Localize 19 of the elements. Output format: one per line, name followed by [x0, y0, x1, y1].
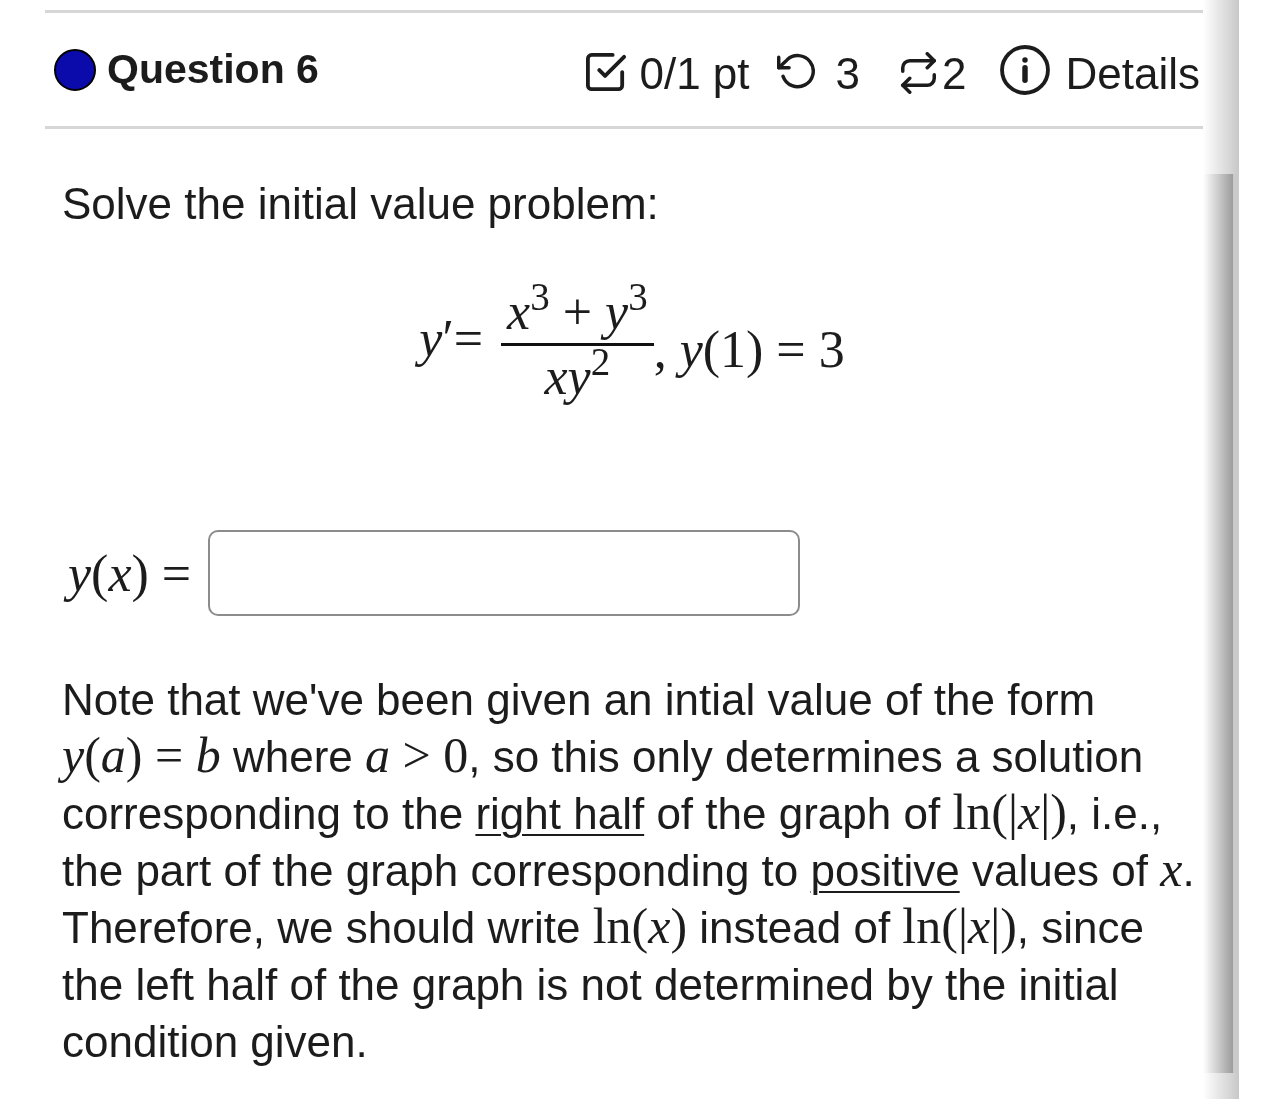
attempts-count: 3 — [835, 51, 860, 96]
details-button[interactable]: Details — [999, 43, 1200, 96]
retries-count: 2 — [942, 51, 967, 96]
scrollbar-thumb[interactable] — [1203, 174, 1233, 1073]
info-icon — [999, 44, 1050, 95]
checkbox-icon — [586, 52, 627, 93]
fraction-numerator: x$^{3}$ + y$^{3}$ — [505, 281, 649, 342]
equation-condition: , y(1) = 3 — [653, 319, 846, 376]
question-title: Question 6 — [107, 49, 319, 90]
fraction-denominator: xy$^{2}$ — [543, 346, 611, 407]
prompt-text: Solve the initial value problem: — [62, 179, 659, 229]
undo-icon — [776, 52, 815, 91]
repeat-icon — [900, 51, 937, 94]
equation-lhs: y′= — [415, 312, 484, 377]
term-link[interactable]: right half — [475, 789, 645, 838]
answer-field[interactable] — [208, 530, 801, 616]
score-text: 0/1 pt — [639, 51, 750, 96]
term-link[interactable]: positive — [810, 846, 960, 895]
answer-label: y(x) = — [62, 540, 196, 606]
